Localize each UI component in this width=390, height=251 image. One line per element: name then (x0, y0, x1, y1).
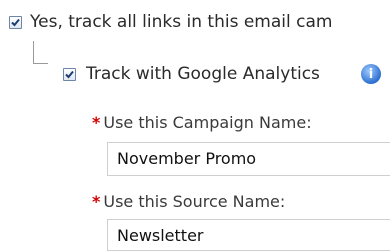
checkmark-icon (11, 18, 20, 26)
campaign-name-input[interactable]: November Promo (107, 142, 390, 176)
checkmark-icon (65, 70, 74, 78)
source-name-value: Newsletter (117, 226, 204, 245)
google-analytics-checkbox[interactable] (63, 67, 76, 81)
campaign-name-value: November Promo (117, 149, 257, 168)
track-all-links-label: Yes, track all links in this email cam (30, 12, 333, 32)
required-marker: * (92, 113, 101, 132)
tree-connector (33, 41, 48, 64)
source-name-label-text: Use this Source Name: (103, 192, 286, 211)
tracking-settings-panel: Yes, track all links in this email cam T… (0, 0, 390, 251)
google-analytics-label: Track with Google Analytics (86, 64, 320, 84)
track-all-links-row[interactable]: Yes, track all links in this email cam (9, 12, 332, 32)
required-marker: * (92, 192, 101, 211)
source-name-input[interactable]: Newsletter (107, 219, 390, 251)
campaign-name-label-text: Use this Campaign Name: (103, 113, 312, 132)
source-name-label: * Use this Source Name: (92, 192, 285, 211)
google-analytics-row[interactable]: Track with Google Analytics (63, 64, 320, 84)
track-all-links-checkbox[interactable] (9, 15, 22, 29)
campaign-name-label: * Use this Campaign Name: (92, 113, 312, 132)
info-icon[interactable]: i (361, 64, 381, 84)
